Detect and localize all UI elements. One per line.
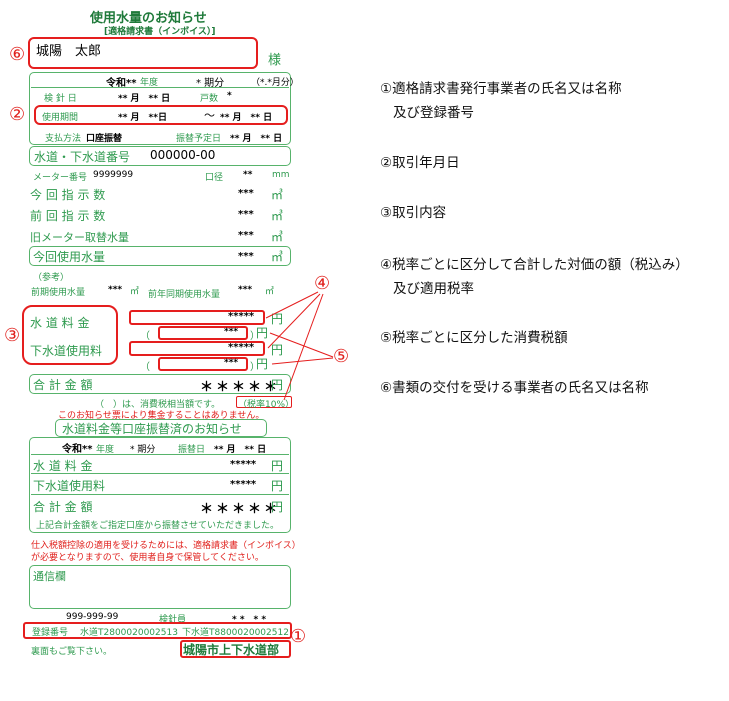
legend-item-4-line2: 及び適用税率 [393, 281, 474, 297]
transfer-water-label: 水 道 料 金 [33, 459, 93, 473]
transfer-total-unit: 円 [271, 500, 284, 514]
legend-item-3: ③取引内容 [380, 205, 447, 221]
phone: 999-999-99 [66, 612, 119, 622]
transfer-sewer-unit: 円 [271, 479, 284, 493]
transfer-total-value: ＊＊＊＊＊ [200, 502, 281, 517]
registration-sewer: 下水道T8800020002512 [182, 628, 289, 638]
legend-item-1-line2: 及び登録番号 [393, 105, 474, 121]
registration-label: 登録番号 [32, 628, 69, 638]
divider [31, 454, 289, 455]
memo-label: 通信欄 [33, 570, 66, 583]
transfer-water-value: ***** [230, 459, 257, 470]
transfer-sewer-label: 下水道使用料 [33, 479, 106, 493]
issuer-name: 城陽市上下水道部 [183, 643, 280, 657]
memo-box [29, 565, 291, 609]
transfer-sewer-value: ***** [230, 479, 257, 490]
divider [31, 494, 289, 495]
legend-item-2: ②取引年月日 [380, 155, 460, 171]
legend-item-6: ⑥書類の交付を受ける事業者の氏名又は名称 [380, 380, 649, 396]
legend-item-1-line1: ①適格請求書発行事業者の氏名又は名称 [380, 81, 622, 97]
transfer-water-unit: 円 [271, 459, 284, 473]
transfer-note: 上記合計金額をご指定口座から振替させていただきました。 [36, 521, 280, 531]
transfer-total-label: 合 計 金 額 [33, 500, 93, 514]
registration-water: 水道T2800020002513 [80, 628, 178, 638]
legend-item-5: ⑤税率ごとに区分した消費税額 [380, 330, 568, 346]
legend-item-4-line1: ④税率ごとに区分して合計した対価の額（税込み） [380, 257, 689, 273]
transfer-era: 令和** [62, 444, 93, 455]
marker-1: ① [290, 626, 307, 647]
transfer-title: 水道料金等口座振替済のお知らせ [62, 422, 242, 436]
divider [31, 473, 289, 474]
back-note: 裏面もご覧下さい。 [31, 647, 113, 657]
invoice-notice-line2: が必要となりますので、使用者自身で保管してください。 [31, 553, 264, 563]
